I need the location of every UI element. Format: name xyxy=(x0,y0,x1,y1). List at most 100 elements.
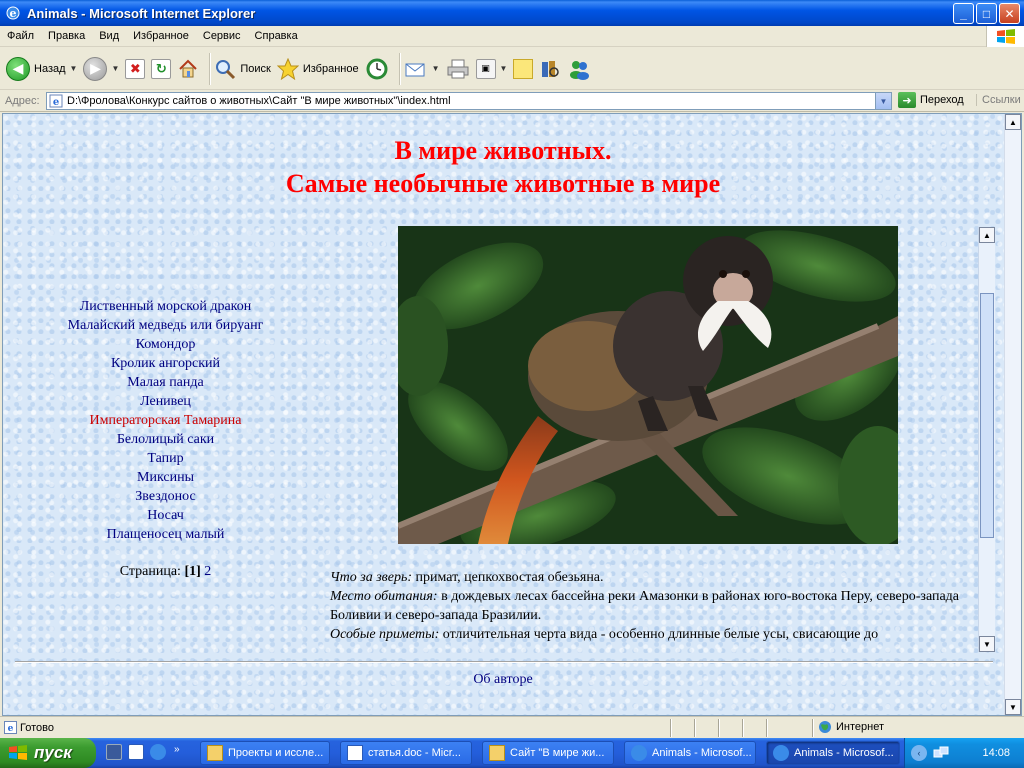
toolbar-separator xyxy=(209,52,211,85)
ie-icon xyxy=(631,745,647,761)
mail-dropdown-icon[interactable]: ▼ xyxy=(432,64,440,73)
folder-icon xyxy=(207,745,223,761)
animal-nav-list: Лиственный морской дракон Малайский медв… xyxy=(33,297,298,544)
scroll-down-icon[interactable]: ▼ xyxy=(1005,699,1021,715)
pager-page-2-link[interactable]: 2 xyxy=(204,564,211,579)
menu-view[interactable]: Вид xyxy=(92,30,126,42)
go-label: Переход xyxy=(920,94,964,106)
about-author-link[interactable]: Об авторе xyxy=(3,672,1003,688)
folder-icon xyxy=(489,745,505,761)
mail-icon xyxy=(405,63,425,76)
animal-detail-frame: Что за зверь: примат, цепкохвостая обезь… xyxy=(323,226,995,652)
edit-button[interactable]: ▣ ▼ xyxy=(475,58,508,79)
nav-link[interactable]: Комондор xyxy=(33,335,298,354)
back-dropdown-icon[interactable]: ▼ xyxy=(70,64,78,73)
forward-button[interactable]: ▶ ▼ xyxy=(83,56,119,81)
refresh-button[interactable]: ↻ xyxy=(151,58,172,79)
nav-link-active[interactable]: Императорская Тамарина xyxy=(33,411,298,430)
scroll-up-icon[interactable]: ▲ xyxy=(1005,114,1021,130)
system-tray: ‹ 14:08 xyxy=(904,738,1024,768)
nav-link[interactable]: Лиственный морской дракон xyxy=(33,297,298,316)
taskbar-button-label: Animals - Microsof... xyxy=(652,747,752,759)
print-button[interactable] xyxy=(446,58,470,80)
scroll-down-icon[interactable]: ▼ xyxy=(979,636,995,652)
refresh-icon: ↻ xyxy=(151,58,172,79)
minimize-button[interactable]: _ xyxy=(953,3,974,24)
svg-text:e: e xyxy=(8,724,14,734)
scroll-thumb[interactable] xyxy=(980,293,994,538)
discuss-button[interactable] xyxy=(513,58,534,79)
start-button[interactable]: пуск xyxy=(0,738,96,768)
tray-expand-icon[interactable]: ‹ xyxy=(911,745,927,761)
window-title-bar[interactable]: e Animals - Microsoft Internet Explorer … xyxy=(0,0,1024,26)
ie-logo-icon: e xyxy=(6,6,20,20)
research-button[interactable] xyxy=(539,58,561,80)
ie-icon xyxy=(773,745,789,761)
messenger-button[interactable] xyxy=(567,58,591,80)
clock[interactable]: 14:08 xyxy=(982,747,1010,759)
nav-link[interactable]: Кролик ангорский xyxy=(33,354,298,373)
forward-dropdown-icon[interactable]: ▼ xyxy=(111,64,119,73)
zone-label: Интернет xyxy=(836,721,884,733)
nav-link[interactable]: Носач xyxy=(33,506,298,525)
status-divider xyxy=(812,719,814,737)
links-toolbar[interactable]: Ссылки xyxy=(976,94,1021,106)
menu-edit[interactable]: Правка xyxy=(41,30,92,42)
address-dropdown-icon[interactable]: ▼ xyxy=(875,93,891,109)
menu-file[interactable]: Файл xyxy=(0,30,41,42)
frame-scrollbar[interactable]: ▲ ▼ xyxy=(978,227,995,652)
nav-link[interactable]: Плащеносец малый xyxy=(33,525,298,544)
pager-label: Страница: xyxy=(119,564,181,579)
nav-link[interactable]: Ленивец xyxy=(33,392,298,411)
taskbar-button[interactable]: Сайт "В мире жи... xyxy=(482,741,614,765)
ie-icon[interactable] xyxy=(150,744,166,760)
network-icon[interactable] xyxy=(933,745,949,761)
menu-tools[interactable]: Сервис xyxy=(196,30,248,42)
taskbar-button-label: Проекты и иссле... xyxy=(228,747,324,759)
go-button[interactable]: ➜ Переход xyxy=(898,92,964,108)
address-input[interactable]: e D:\Фролова\Конкурс сайтов о животных\С… xyxy=(46,92,892,110)
toolbar-separator xyxy=(398,52,400,85)
page-scrollbar[interactable]: ▲ ▼ xyxy=(1004,114,1021,715)
menu-favorites[interactable]: Избранное xyxy=(126,30,196,42)
nav-link[interactable]: Миксины xyxy=(33,468,298,487)
taskbar: пуск » Проекты и иссле... статья.doc - M… xyxy=(0,738,1024,768)
status-divider xyxy=(718,719,720,737)
taskbar-button-label: Animals - Microsof... xyxy=(794,747,894,759)
taskbar-button[interactable]: Проекты и иссле... xyxy=(200,741,330,765)
close-button[interactable]: ✕ xyxy=(999,3,1020,24)
taskbar-button-active[interactable]: Animals - Microsof... xyxy=(766,741,900,765)
address-bar: Адрес: e D:\Фролова\Конкурс сайтов о жив… xyxy=(0,90,1024,112)
history-icon xyxy=(366,58,388,79)
research-icon xyxy=(542,60,560,77)
what-label: Что за зверь: xyxy=(330,570,413,585)
home-icon xyxy=(179,59,198,77)
taskbar-button[interactable]: Animals - Microsof... xyxy=(624,741,756,765)
taskbar-button[interactable]: статья.doc - Micr... xyxy=(340,741,472,765)
back-button[interactable]: ◀ Назад ▼ xyxy=(6,56,78,81)
nav-link[interactable]: Белолицый саки xyxy=(33,430,298,449)
status-divider xyxy=(766,719,768,737)
nav-link[interactable]: Звездонос xyxy=(33,487,298,506)
messenger-icon xyxy=(570,60,590,80)
edit-dropdown-icon[interactable]: ▼ xyxy=(500,64,508,73)
status-bar: e Готово Интернет xyxy=(0,716,1024,738)
nav-link[interactable]: Малайский медведь или бируанг xyxy=(33,316,298,335)
search-button[interactable]: Поиск xyxy=(214,58,271,80)
home-button[interactable] xyxy=(177,58,199,80)
nav-link[interactable]: Тапир xyxy=(33,449,298,468)
favorites-button[interactable]: Избранное xyxy=(276,57,359,80)
quick-launch-more-icon[interactable]: » xyxy=(174,744,180,760)
history-button[interactable] xyxy=(365,57,389,81)
nav-link[interactable]: Малая панда xyxy=(33,373,298,392)
word-icon[interactable] xyxy=(128,744,144,760)
scroll-up-icon[interactable]: ▲ xyxy=(979,227,995,243)
restore-button[interactable]: □ xyxy=(976,3,997,24)
show-desktop-icon[interactable] xyxy=(106,744,122,760)
stop-button[interactable]: ✖ xyxy=(125,58,146,79)
menu-help[interactable]: Справка xyxy=(248,30,305,42)
star-icon xyxy=(276,57,299,80)
mail-button[interactable]: ▼ xyxy=(404,58,440,80)
address-label: Адрес: xyxy=(5,94,40,107)
svg-text:e: e xyxy=(53,97,59,108)
